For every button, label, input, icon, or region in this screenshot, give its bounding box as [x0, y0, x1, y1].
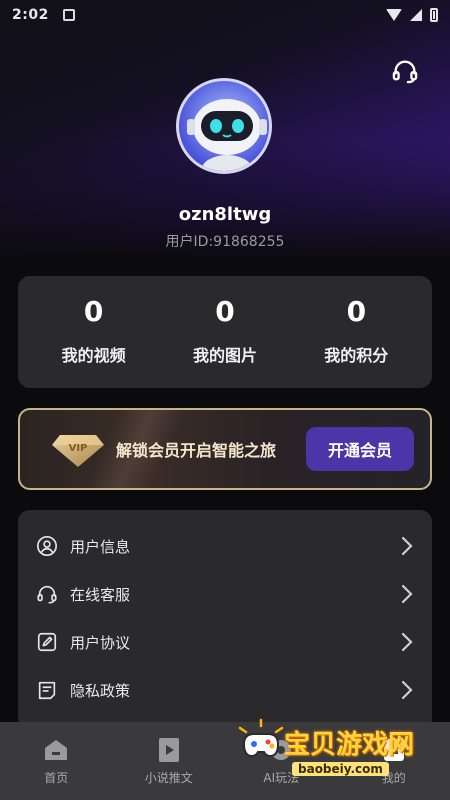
user-id: 用户ID:91868255: [165, 234, 285, 250]
vip-promo-text: 解锁会员开启智能之旅: [116, 441, 277, 460]
vip-badge-text: VIP: [69, 443, 88, 454]
ai-icon: [268, 737, 294, 763]
settings-menu: 用户信息 在线客服 用户协议 隐私政策: [18, 510, 432, 730]
status-icons: [386, 8, 438, 22]
battery-icon: [430, 8, 438, 22]
menu-item-label: 用户信息: [70, 537, 131, 556]
signal-icon: [410, 9, 422, 21]
stat-label: 我的积分: [324, 346, 389, 365]
stat-my-points[interactable]: 0 我的积分: [296, 298, 416, 366]
video-icon: [156, 737, 182, 763]
status-time: 2:02: [12, 7, 49, 23]
menu-item-online-service[interactable]: 在线客服: [18, 570, 432, 618]
nav-home[interactable]: 首页: [0, 722, 113, 800]
stat-value: 0: [215, 295, 235, 328]
nav-label: 首页: [44, 770, 69, 785]
status-bar: 2:02: [0, 0, 450, 30]
chevron-right-icon: [400, 535, 414, 557]
stats-card: 0 我的视频 0 我的图片 0 我的积分: [18, 276, 432, 388]
chevron-right-icon: [400, 679, 414, 701]
policy-document-icon: [36, 679, 58, 701]
profile-icon: [381, 737, 407, 763]
edit-document-icon: [36, 631, 58, 653]
wifi-icon: [386, 9, 402, 21]
nav-label: 小说推文: [144, 770, 193, 785]
chevron-right-icon: [400, 631, 414, 653]
bottom-nav: 首页 小说推文 AI玩法 我的: [0, 722, 450, 800]
stat-value: 0: [83, 295, 104, 328]
vip-diamond-icon: VIP: [50, 429, 106, 469]
user-circle-icon: [36, 535, 58, 557]
stat-my-videos[interactable]: 0 我的视频: [34, 298, 154, 366]
menu-item-label: 用户协议: [70, 633, 131, 652]
headset-icon: [392, 60, 418, 84]
headset-icon: [36, 583, 58, 605]
stat-label: 我的图片: [192, 346, 257, 365]
nav-label: AI玩法: [263, 770, 300, 785]
customer-service-button[interactable]: [390, 56, 420, 86]
menu-item-label: 隐私政策: [70, 681, 131, 700]
nav-mine[interactable]: 我的: [338, 722, 450, 800]
menu-item-user-agreement[interactable]: 用户协议: [18, 618, 432, 666]
chevron-right-icon: [400, 583, 414, 605]
menu-item-privacy-policy[interactable]: 隐私政策: [18, 666, 432, 714]
stat-my-images[interactable]: 0 我的图片: [165, 298, 285, 366]
stat-label: 我的视频: [61, 346, 126, 365]
username: ozn8ltwg: [178, 204, 272, 225]
nav-ai-play[interactable]: AI玩法: [225, 722, 338, 800]
menu-item-user-info[interactable]: 用户信息: [18, 522, 432, 570]
avatar[interactable]: [176, 78, 272, 174]
nav-label: 我的: [381, 770, 406, 785]
open-vip-button[interactable]: 开通会员: [306, 427, 414, 471]
menu-item-label: 在线客服: [70, 585, 131, 604]
stat-value: 0: [346, 295, 367, 328]
home-icon: [43, 737, 69, 763]
vip-banner[interactable]: VIP 解锁会员开启智能之旅 开通会员: [18, 408, 432, 490]
notification-icon: [62, 9, 75, 21]
nav-novel-posts[interactable]: 小说推文: [113, 722, 226, 800]
